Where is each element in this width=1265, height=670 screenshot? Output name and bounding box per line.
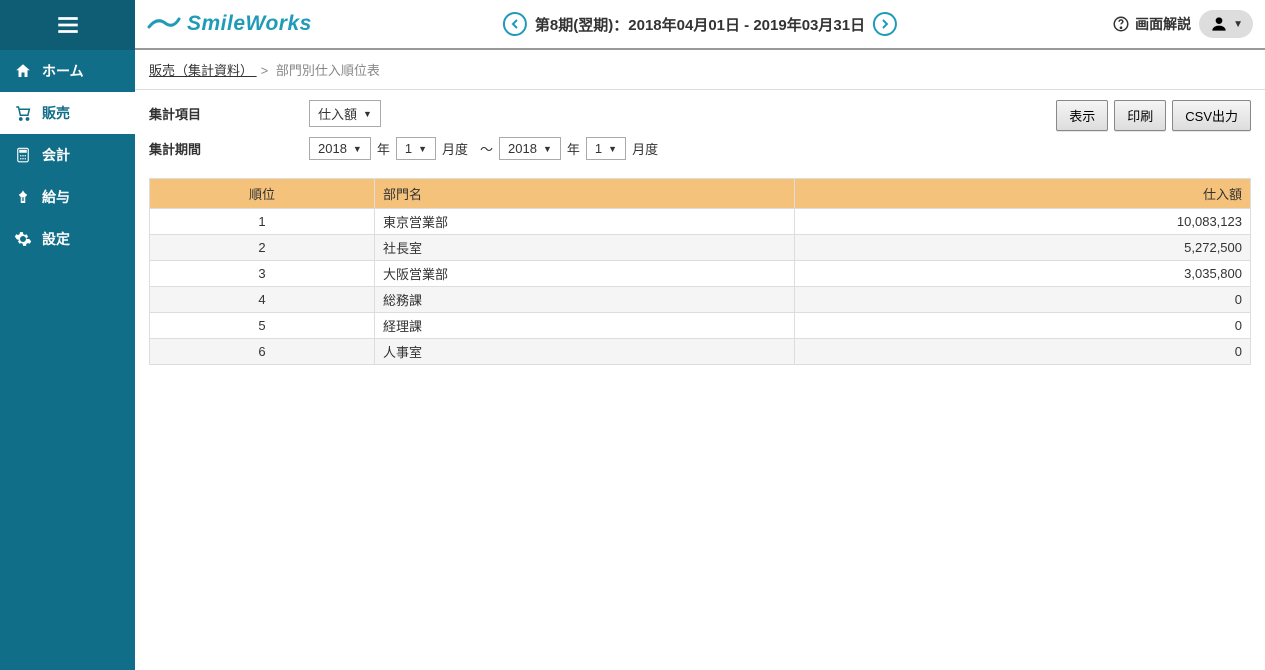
money-icon: ¥: [14, 188, 32, 206]
from-month-select[interactable]: 1▼: [396, 137, 436, 160]
sidebar-item-label: 給与: [42, 187, 70, 207]
cell-amount: 3,035,800: [795, 261, 1251, 287]
chevron-down-icon: ▼: [543, 144, 552, 154]
hamburger-icon: [55, 12, 81, 38]
help-link[interactable]: 画面解説: [1112, 14, 1191, 34]
year-unit: 年: [377, 139, 390, 158]
cell-dept: 大阪営業部: [375, 261, 795, 287]
action-buttons: 表示 印刷 CSV出力: [1056, 100, 1251, 131]
breadcrumb-parent[interactable]: 販売（集計資料）: [149, 63, 257, 78]
to-year-select[interactable]: 2018▼: [499, 137, 561, 160]
breadcrumb-separator: >: [261, 63, 269, 78]
cell-dept: 人事室: [375, 339, 795, 365]
sidebar-item-label: 会計: [42, 145, 70, 165]
from-year-select[interactable]: 2018▼: [309, 137, 371, 160]
period-next-button[interactable]: [873, 12, 897, 36]
chevron-down-icon: ▼: [608, 144, 617, 154]
table-row: 3大阪営業部3,035,800: [150, 261, 1251, 287]
cell-dept: 社長室: [375, 235, 795, 261]
cell-rank: 3: [150, 261, 375, 287]
logo-icon: [147, 13, 181, 35]
period-navigator: 第8期(翌期)：2018年04月01日 - 2019年03月31日: [495, 12, 905, 36]
th-dept: 部門名: [375, 179, 795, 209]
year-unit: 年: [567, 139, 580, 158]
cell-amount: 10,083,123: [795, 209, 1251, 235]
cell-dept: 経理課: [375, 313, 795, 339]
sidebar: ホーム 販売 会計 ¥ 給与 設定: [0, 0, 135, 670]
cell-rank: 2: [150, 235, 375, 261]
table-row: 6人事室0: [150, 339, 1251, 365]
cell-amount: 0: [795, 313, 1251, 339]
breadcrumb-current: 部門別仕入順位表: [276, 63, 380, 78]
sidebar-item-settings[interactable]: 設定: [0, 218, 135, 260]
chevron-down-icon: ▼: [418, 144, 427, 154]
table-row: 1東京営業部10,083,123: [150, 209, 1251, 235]
table-row: 4総務課0: [150, 287, 1251, 313]
filter-item-label: 集計項目: [149, 104, 309, 123]
show-button[interactable]: 表示: [1056, 100, 1108, 131]
table-row: 2社長室5,272,500: [150, 235, 1251, 261]
cell-amount: 0: [795, 287, 1251, 313]
home-icon: [14, 62, 32, 80]
results-table: 順位 部門名 仕入額 1東京営業部10,083,1232社長室5,272,500…: [149, 178, 1251, 365]
csv-button[interactable]: CSV出力: [1172, 100, 1251, 131]
range-separator: ～: [480, 139, 493, 158]
period-label: 第8期(翌期)：2018年04月01日 - 2019年03月31日: [535, 14, 865, 35]
header: SmileWorks 第8期(翌期)：2018年04月01日 - 2019年03…: [135, 0, 1265, 50]
filter-item-select[interactable]: 仕入額 ▼: [309, 100, 381, 127]
user-menu[interactable]: ▼: [1199, 10, 1253, 38]
gear-icon: [14, 230, 32, 248]
chevron-down-icon: ▼: [1233, 19, 1243, 30]
cell-dept: 総務課: [375, 287, 795, 313]
sidebar-item-label: 販売: [42, 103, 70, 123]
th-rank: 順位: [150, 179, 375, 209]
filter-bar: 集計項目 仕入額 ▼ 集計期間 2018▼ 年 1▼ 月度 ～ 2018▼: [149, 100, 1251, 170]
logo: SmileWorks: [147, 12, 312, 36]
cell-rank: 6: [150, 339, 375, 365]
table-row: 5経理課0: [150, 313, 1251, 339]
cell-rank: 1: [150, 209, 375, 235]
calc-icon: [14, 146, 32, 164]
sidebar-item-label: 設定: [42, 229, 70, 249]
th-amount: 仕入額: [795, 179, 1251, 209]
sidebar-item-payroll[interactable]: ¥ 給与: [0, 176, 135, 218]
month-unit: 月度: [442, 139, 468, 158]
content: 集計項目 仕入額 ▼ 集計期間 2018▼ 年 1▼ 月度 ～ 2018▼: [135, 90, 1265, 375]
period-prev-button[interactable]: [503, 12, 527, 36]
chevron-down-icon: ▼: [363, 109, 372, 119]
cell-rank: 5: [150, 313, 375, 339]
cell-rank: 4: [150, 287, 375, 313]
cell-amount: 0: [795, 339, 1251, 365]
sidebar-item-label: ホーム: [42, 61, 84, 81]
sidebar-item-accounting[interactable]: 会計: [0, 134, 135, 176]
filter-period-label: 集計期間: [149, 139, 309, 158]
logo-text: SmileWorks: [187, 12, 312, 36]
chevron-down-icon: ▼: [353, 144, 362, 154]
menu-toggle[interactable]: [0, 0, 135, 50]
cart-icon: [14, 104, 32, 122]
to-month-select[interactable]: 1▼: [586, 137, 626, 160]
svg-text:¥: ¥: [22, 197, 25, 203]
cell-dept: 東京営業部: [375, 209, 795, 235]
main-area: SmileWorks 第8期(翌期)：2018年04月01日 - 2019年03…: [135, 0, 1265, 670]
breadcrumb: 販売（集計資料） > 部門別仕入順位表: [135, 50, 1265, 90]
sidebar-item-sales[interactable]: 販売: [0, 92, 135, 134]
filter-item-value: 仕入額: [318, 104, 357, 123]
sidebar-item-home[interactable]: ホーム: [0, 50, 135, 92]
month-unit: 月度: [632, 139, 658, 158]
cell-amount: 5,272,500: [795, 235, 1251, 261]
print-button[interactable]: 印刷: [1114, 100, 1166, 131]
help-label: 画面解説: [1135, 14, 1191, 34]
help-icon: [1112, 15, 1130, 33]
user-icon: [1209, 14, 1229, 34]
